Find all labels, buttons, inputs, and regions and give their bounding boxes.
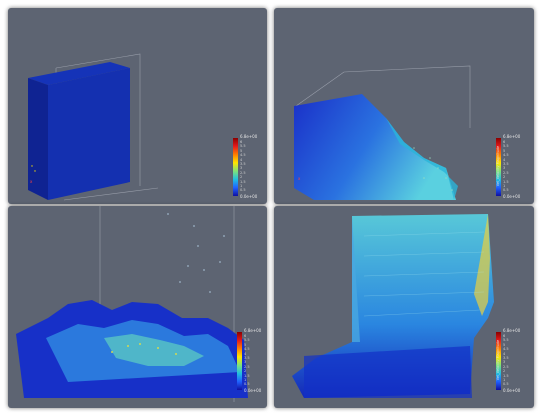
legend-tick-3-2: 5.5 (244, 338, 250, 343)
viewport-panel-3[interactable]: 6.8e+00 0.0e+00 6 5.5 5 4.5 4 3.5 3 2.5 2 1.5 1 0.5 (8, 206, 267, 408)
viewport-panel-4[interactable]: 6.8e+00 0.0e+00 Vel_Velocity Magnitude 6… (274, 206, 534, 408)
color-legend-4: 6.8e+00 0.0e+00 Vel_Velocity Magnitude 6… (496, 328, 534, 398)
color-legend-3: 6.8e+00 0.0e+00 6 5.5 5 4.5 4 3.5 3 2.5 2 1.5 1 0.5 (237, 328, 267, 398)
viewport-panel-1[interactable]: x 6.8e+00 0.0e+00 6 5.5 5 4.5 4 3.5 3 2.5 2 1.5 1 0… (8, 8, 267, 204)
legend-tick-1-7: 3 (240, 166, 243, 171)
legend-tick-1-12: 0.5 (240, 188, 246, 193)
legend-tick-1-2: 5.5 (240, 144, 246, 149)
render-view-1: x (28, 53, 159, 201)
color-legend-2: 6.8e+00 0.0e+00 Vel_Velocity Magnitude 6… (496, 134, 534, 204)
render-view-4 (292, 214, 494, 398)
colorbar-3 (237, 332, 242, 390)
legend-min-4: 0.0e+00 (503, 388, 521, 393)
legend-tick-4-9: 2 (503, 369, 506, 374)
legend-tick-4-7: 3 (503, 360, 506, 365)
legend-tick-4-12: 0.5 (503, 382, 509, 387)
legend-tick-1-4: 4.5 (240, 153, 246, 158)
legend-tick-3-9: 2 (244, 369, 247, 374)
legend-max-2: 6.8e+00 (503, 134, 521, 139)
legend-tick-3-7: 3 (244, 360, 247, 365)
simulation-grid: x 6.8e+00 0.0e+00 6 5.5 5 4.5 4 3.5 3 2.5 2 1.5 1 0… (0, 0, 542, 416)
viewport-panel-2[interactable]: x 6.8e+00 0.0e+00 Vel_Velocity Magnitude… (274, 8, 534, 204)
legend-title-4: Vel_Velocity Magnitude (496, 339, 501, 381)
legend-tick-1-9: 2 (240, 175, 243, 180)
legend-min-1: 0.0e+00 (240, 194, 258, 199)
legend-tick-2-9: 2 (503, 175, 506, 180)
colorbar-1 (233, 138, 238, 196)
legend-tick-3-4: 4.5 (244, 347, 250, 352)
render-view-2: x (294, 65, 471, 200)
legend-tick-4-4: 4.5 (503, 347, 509, 352)
legend-tick-2-7: 3 (503, 166, 506, 171)
legend-min-2: 0.0e+00 (503, 194, 521, 199)
legend-tick-2-12: 0.5 (503, 188, 509, 193)
legend-tick-4-2: 5.5 (503, 338, 509, 343)
legend-title-2: Vel_Velocity Magnitude (496, 145, 501, 187)
legend-max-1: 6.8e+00 (240, 134, 258, 139)
legend-tick-2-2: 5.5 (503, 144, 509, 149)
legend-min-3: 0.0e+00 (244, 388, 262, 393)
color-legend-1: 6.8e+00 0.0e+00 6 5.5 5 4.5 4 3.5 3 2.5 2 1.5 1 0.5 (233, 134, 267, 204)
legend-tick-2-4: 4.5 (503, 153, 509, 158)
render-view-3 (16, 206, 248, 402)
legend-tick-3-12: 0.5 (244, 382, 250, 387)
legend-max-4: 6.8e+00 (503, 328, 521, 333)
legend-max-3: 6.8e+00 (244, 328, 262, 333)
